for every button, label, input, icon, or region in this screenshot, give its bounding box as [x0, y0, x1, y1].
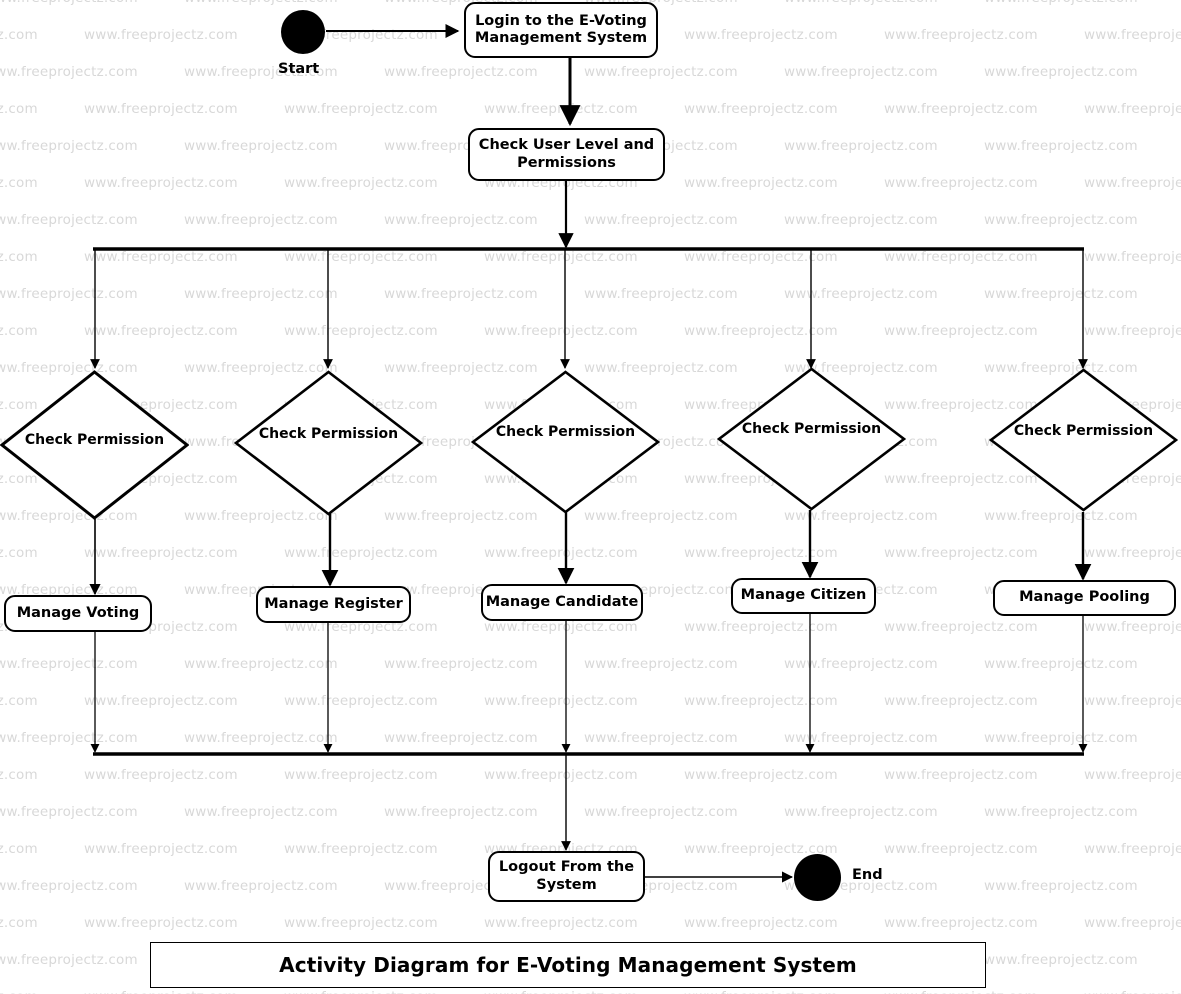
start-node [281, 10, 325, 54]
activity-manage-pooling: Manage Pooling [993, 580, 1176, 616]
decision-label: Check Permission [495, 424, 636, 440]
decision-check-permission-2: Check Permission [234, 370, 423, 516]
end-node [794, 854, 841, 901]
activity-login: Login to the E-Voting Management System [464, 2, 658, 58]
decision-label: Check Permission [1013, 423, 1154, 439]
decision-label: Check Permission [24, 432, 165, 448]
activity-manage-candidate: Manage Candidate [481, 584, 643, 621]
decision-label: Check Permission [258, 426, 399, 442]
diagram-title-box: Activity Diagram for E-Voting Management… [150, 942, 986, 988]
end-label: End [852, 867, 883, 883]
decision-check-permission-5: Check Permission [989, 368, 1178, 512]
activity-diagram-canvas: www.freeprojectz.comwww.freeprojectz.com… [0, 0, 1181, 994]
activity-manage-register: Manage Register [256, 586, 411, 623]
decision-check-permission-1: Check Permission [0, 370, 189, 520]
decision-label: Check Permission [741, 421, 882, 437]
decision-check-permission-4: Check Permission [717, 367, 906, 511]
decision-check-permission-3: Check Permission [471, 370, 660, 514]
diagram-title: Activity Diagram for E-Voting Management… [279, 953, 857, 977]
activity-manage-voting: Manage Voting [4, 595, 152, 632]
activity-manage-citizen: Manage Citizen [731, 578, 876, 614]
start-label: Start [278, 61, 320, 77]
activity-check-user-level: Check User Level and Permissions [468, 128, 665, 181]
activity-logout: Logout From the System [488, 851, 645, 902]
